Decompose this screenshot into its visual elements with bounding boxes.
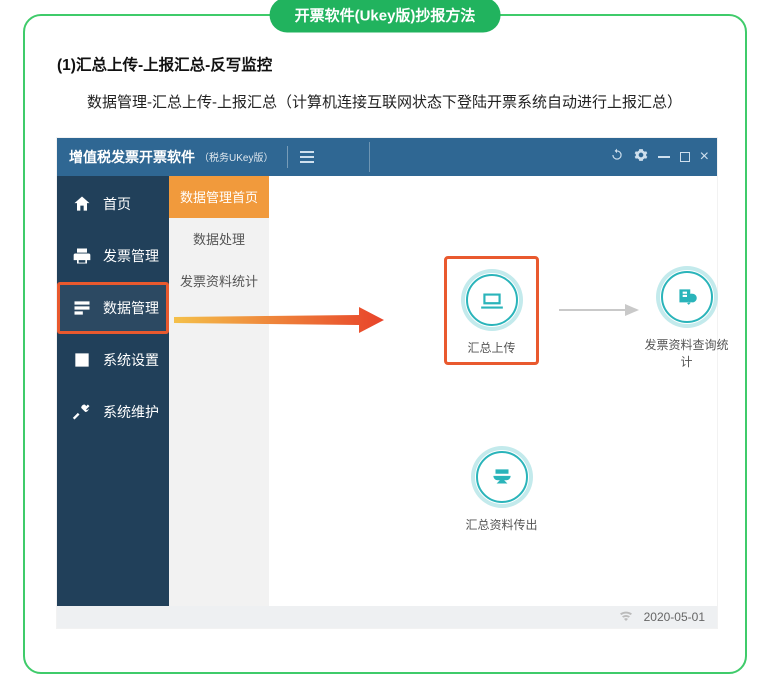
- sync-icon[interactable]: [610, 148, 624, 165]
- titlebar-separator: [287, 146, 288, 168]
- window-controls: ×: [610, 138, 709, 176]
- sidebar-item-label: 系统维护: [103, 402, 159, 422]
- sub-item-invoice-stats[interactable]: 发票资料统计: [169, 260, 269, 302]
- section-heading: (1)汇总上传-上报汇总-反写监控: [57, 53, 713, 75]
- document-frame: 开票软件(Ukey版)抄报方法 (1)汇总上传-上报汇总-反写监控 数据管理-汇…: [23, 14, 747, 674]
- status-date: 2020-05-01: [644, 610, 705, 624]
- app-title: 增值税发票开票软件: [69, 147, 195, 167]
- hamburger-icon[interactable]: [300, 151, 314, 163]
- content-area: 汇总上传 发票资料查询统计: [269, 176, 717, 606]
- home-icon: [71, 193, 93, 215]
- app-subtitle: （税务UKey版）: [199, 149, 273, 164]
- card-summary-upload[interactable]: 汇总上传: [444, 256, 539, 365]
- sub-sidebar: 数据管理首页 数据处理 发票资料统计: [169, 176, 269, 606]
- upload-icon: [461, 269, 523, 331]
- sub-item-label: 数据管理首页: [180, 187, 258, 206]
- tools-icon: [71, 401, 93, 423]
- export-icon: [471, 446, 533, 508]
- title-bar: 增值税发票开票软件 （税务UKey版） ×: [57, 138, 717, 176]
- data-icon: [71, 297, 93, 319]
- sidebar-item-invoice[interactable]: 发票管理: [57, 230, 169, 282]
- invoice-app-window: 增值税发票开票软件 （税务UKey版） ×: [57, 138, 717, 628]
- sub-item-data-process[interactable]: 数据处理: [169, 218, 269, 260]
- sidebar-item-label: 系统设置: [103, 350, 159, 370]
- sidebar-item-maintain[interactable]: 系统维护: [57, 386, 169, 438]
- card-summary-export[interactable]: 汇总资料传出: [454, 446, 549, 533]
- link-arrow-icon: [559, 303, 639, 317]
- sidebar-item-label: 发票管理: [103, 246, 159, 266]
- sidebar-item-settings[interactable]: 系统设置: [57, 334, 169, 386]
- settings-icon[interactable]: [634, 148, 648, 165]
- query-stats-icon: [656, 266, 718, 328]
- printer-icon: [71, 245, 93, 267]
- document-body: (1)汇总上传-上报汇总-反写监控 数据管理-汇总上传-上报汇总（计算机连接互联…: [25, 16, 745, 644]
- sub-item-label: 数据处理: [193, 229, 245, 248]
- card-label: 汇总资料传出: [454, 516, 549, 533]
- app-body: 首页 发票管理 数据管理: [57, 176, 717, 606]
- sidebar-item-home[interactable]: 首页: [57, 178, 169, 230]
- card-invoice-query[interactable]: 发票资料查询统计: [639, 266, 734, 370]
- sub-item-label: 发票资料统计: [180, 271, 258, 290]
- sidebar-item-data[interactable]: 数据管理: [57, 282, 169, 334]
- main-sidebar: 首页 发票管理 数据管理: [57, 176, 169, 606]
- sidebar-item-label: 首页: [103, 194, 131, 214]
- window-close-icon[interactable]: ×: [700, 149, 709, 165]
- card-label: 汇总上传: [451, 339, 532, 356]
- window-maximize-icon[interactable]: [680, 152, 690, 162]
- sidebar-item-label: 数据管理: [103, 298, 159, 318]
- status-bar: 2020-05-01: [57, 606, 717, 628]
- wifi-icon: [618, 609, 634, 624]
- sub-item-data-home[interactable]: 数据管理首页: [169, 176, 269, 218]
- section-description: 数据管理-汇总上传-上报汇总（计算机连接互联网状态下登陆开票系统自动进行上报汇总…: [57, 89, 713, 118]
- titlebar-separator: [369, 142, 370, 172]
- settings-panel-icon: [71, 349, 93, 371]
- card-label: 发票资料查询统计: [639, 336, 734, 370]
- pill-title: 开票软件(Ukey版)抄报方法: [270, 0, 501, 33]
- window-minimize-icon[interactable]: [658, 156, 670, 158]
